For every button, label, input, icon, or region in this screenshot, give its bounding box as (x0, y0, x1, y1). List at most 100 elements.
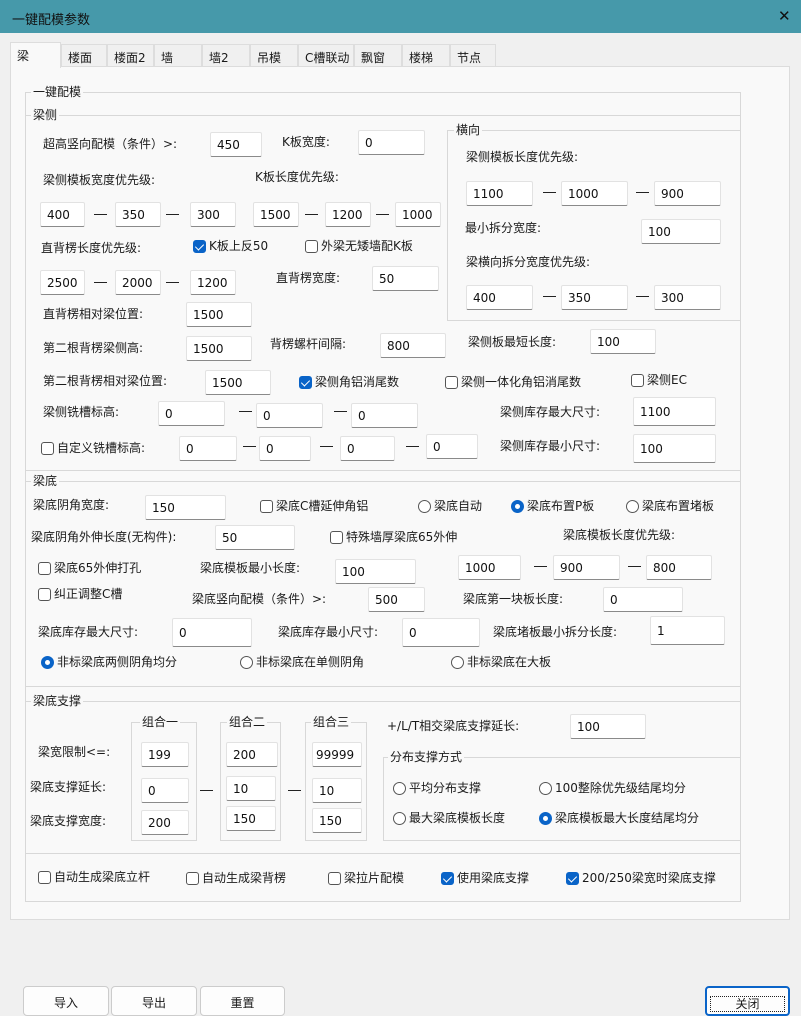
bottom-len-priority-2[interactable] (553, 555, 620, 580)
tab-hanging[interactable]: 吊模 (250, 44, 298, 67)
mode-radio-plug[interactable]: 梁底布置堵板 (626, 499, 714, 513)
close-icon[interactable]: ✕ (778, 7, 791, 25)
split-priority-3[interactable] (654, 285, 721, 310)
tie-checkbox[interactable]: 梁拉片配模 (328, 871, 404, 885)
k-length-priority-3[interactable] (395, 202, 441, 227)
bottom-len-priority-3[interactable] (646, 555, 712, 580)
second-height-input[interactable] (186, 336, 252, 361)
dist-radio-max[interactable]: 最大梁底模板长度 (393, 811, 505, 825)
mill-label: 梁侧铣槽标高: (43, 405, 120, 419)
min-split-input[interactable] (641, 219, 721, 244)
support-width-3[interactable] (312, 808, 362, 833)
straight-len-priority-3[interactable] (190, 270, 236, 295)
custom-mill-input-4[interactable] (426, 434, 478, 459)
straight-len-priority-1[interactable] (40, 270, 85, 295)
bolt-spacing-input[interactable] (380, 333, 446, 358)
k-length-priority-1[interactable] (253, 202, 299, 227)
h-len-priority-1[interactable] (466, 181, 533, 206)
support-width-2[interactable] (226, 806, 276, 831)
stock-min-input[interactable] (633, 434, 716, 463)
mill-input-2[interactable] (256, 403, 323, 428)
straight-len-priority-2[interactable] (115, 270, 161, 295)
bottom-stock-max-input[interactable] (172, 618, 252, 647)
custom-mill-input-2[interactable] (259, 436, 311, 461)
stock-max-input[interactable] (633, 397, 716, 426)
bottom-len-priority-1[interactable] (458, 555, 521, 580)
support-width-1[interactable] (141, 810, 189, 835)
side-width-priority-2[interactable] (115, 202, 161, 227)
nonstd-radio-single[interactable]: 非标梁底在单侧阴角 (240, 655, 364, 669)
corner-width-input[interactable] (145, 495, 226, 520)
custom-mill-input-3[interactable] (340, 436, 395, 461)
ext-2[interactable] (226, 776, 276, 801)
tab-floor[interactable]: 楼面 (61, 44, 107, 67)
use-support-checkbox[interactable]: 使用梁底支撑 (441, 871, 529, 885)
corner-ext-input[interactable] (215, 525, 295, 550)
split-priority-2[interactable] (561, 285, 628, 310)
cross-ext-input[interactable] (570, 714, 646, 739)
split-priority-1[interactable] (466, 285, 533, 310)
mill-input-3[interactable] (351, 403, 418, 428)
corner-al-checkbox[interactable]: 梁侧角铝消尾数 (299, 375, 399, 389)
second-pos-input[interactable] (205, 370, 271, 395)
radio-icon (393, 811, 406, 825)
first-len-input[interactable] (603, 587, 683, 612)
tab-beam[interactable]: 梁 (10, 42, 61, 68)
group-title: 一键配模 (31, 85, 84, 99)
custom-mill-checkbox[interactable]: 自定义铣槽标高: (41, 441, 145, 455)
tab-bay-window[interactable]: 飘窗 (354, 44, 402, 67)
h-len-priority-2[interactable] (561, 181, 628, 206)
ext-3[interactable] (312, 778, 362, 803)
min-split-label: 最小拆分宽度: (465, 221, 542, 235)
support-200-250-checkbox[interactable]: 200/250梁宽时梁底支撑 (566, 871, 716, 885)
custom-mill-input-1[interactable] (179, 436, 237, 461)
tab-c-channel[interactable]: C槽联动 (298, 44, 354, 67)
fix-c-checkbox[interactable]: 纠正调整C槽 (38, 587, 122, 601)
ec-checkbox[interactable]: 梁侧EC (631, 373, 687, 387)
mill-input-1[interactable] (158, 401, 225, 426)
tab-wall2[interactable]: 墙2 (202, 44, 250, 67)
auto-pole-checkbox[interactable]: 自动生成梁底立杆 (38, 870, 150, 884)
over-height-input[interactable] (210, 132, 262, 157)
mode-radio-p-plate[interactable]: 梁底布置P板 (511, 499, 594, 513)
straight-width-input[interactable] (372, 266, 439, 291)
radio-icon (539, 781, 552, 795)
tab-stairs[interactable]: 楼梯 (402, 44, 450, 67)
side-width-priority-3[interactable] (190, 202, 236, 227)
tab-node[interactable]: 节点 (450, 44, 496, 67)
dist-radio-average[interactable]: 平均分布支撑 (393, 781, 481, 795)
ext-1[interactable] (141, 778, 189, 803)
side-width-priority-1[interactable] (40, 202, 85, 227)
width-limit-label: 梁宽限制<=: (38, 745, 111, 759)
width-limit-1[interactable] (141, 742, 189, 767)
k-up50-checkbox[interactable]: K板上反50 (193, 239, 268, 253)
dist-radio-100[interactable]: 100整除优先级结尾均分 (539, 781, 686, 795)
vertical-input[interactable] (368, 587, 425, 612)
checkbox-icon (305, 239, 318, 253)
checkbox-icon (193, 239, 206, 253)
nonstd-radio-large[interactable]: 非标梁底在大板 (451, 655, 551, 669)
min-len-input[interactable] (590, 329, 656, 354)
nonstd-radio-both[interactable]: 非标梁底两侧阴角均分 (41, 655, 177, 669)
k-width-input[interactable] (358, 130, 425, 155)
plug-min-input[interactable] (650, 616, 725, 645)
tab-wall[interactable]: 墙 (154, 44, 202, 67)
k-length-priority-2[interactable] (325, 202, 371, 227)
width-limit-3[interactable] (312, 742, 362, 767)
bottom-stock-min-input[interactable] (402, 618, 480, 647)
dash (239, 411, 252, 412)
integrated-checkbox[interactable]: 梁侧一体化角铝消尾数 (445, 375, 581, 389)
h-len-priority-3[interactable] (654, 181, 721, 206)
tab-floor2[interactable]: 楼面2 (107, 44, 154, 67)
hole-checkbox[interactable]: 梁底65外伸打孔 (38, 561, 141, 575)
auto-back-checkbox[interactable]: 自动生成梁背楞 (186, 871, 286, 885)
bottom-min-len-input[interactable] (335, 559, 416, 584)
special-checkbox[interactable]: 特殊墙厚梁底65外伸 (330, 530, 457, 544)
c-ext-checkbox[interactable]: 梁底C槽延伸角铝 (260, 499, 368, 513)
dist-radio-max-tail[interactable]: 梁底模板最大长度结尾均分 (539, 811, 699, 825)
outer-beam-checkbox[interactable]: 外梁无矮墙配K板 (305, 239, 413, 253)
width-limit-2[interactable] (226, 742, 278, 767)
straight-pos-input[interactable] (186, 302, 252, 327)
mode-radio-auto[interactable]: 梁底自动 (418, 499, 482, 513)
dash (166, 214, 179, 215)
